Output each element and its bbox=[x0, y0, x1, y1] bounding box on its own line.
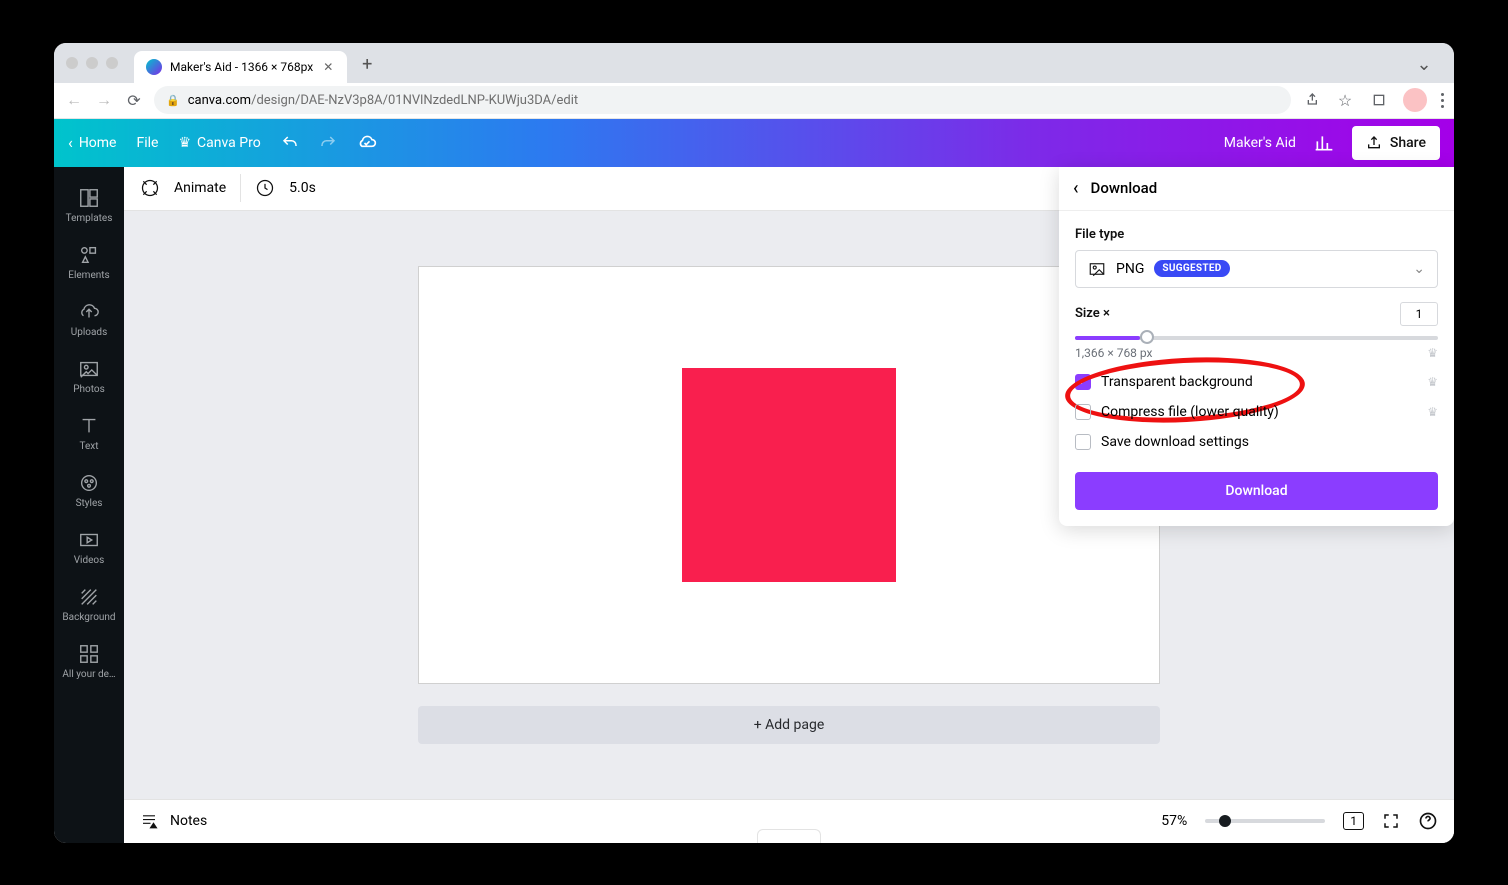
crown-icon: ♛ bbox=[1427, 346, 1438, 360]
checkbox-icon[interactable] bbox=[1075, 434, 1091, 450]
red-square-element[interactable] bbox=[682, 368, 896, 582]
tabs-menu-chevron-icon[interactable]: ⌄ bbox=[1410, 51, 1438, 79]
image-icon bbox=[1088, 260, 1106, 278]
duration-button[interactable]: 5.0s bbox=[289, 180, 316, 196]
lock-icon: 🔒 bbox=[166, 94, 180, 107]
address-bar: ← → ⟳ 🔒 canva.com/design/DAE-NzV3p8A/01N… bbox=[54, 83, 1454, 119]
app-content: Templates Elements Uploads Photos Text S… bbox=[54, 167, 1454, 843]
url-text: canva.com/design/DAE-NzV3p8A/01NVlNzdedL… bbox=[188, 93, 578, 108]
download-button[interactable]: Download bbox=[1075, 472, 1438, 510]
back-icon[interactable]: ← bbox=[64, 90, 84, 110]
undo-button[interactable] bbox=[281, 134, 299, 152]
notes-icon bbox=[140, 812, 158, 830]
forward-icon[interactable]: → bbox=[94, 90, 114, 110]
extensions-icon[interactable] bbox=[1369, 90, 1389, 110]
chevron-down-icon: ⌄ bbox=[1413, 261, 1425, 277]
rail-videos[interactable]: Videos bbox=[54, 519, 124, 576]
suggested-badge: SUGGESTED bbox=[1154, 260, 1229, 277]
animate-button[interactable]: Animate bbox=[174, 180, 226, 196]
favicon bbox=[146, 59, 162, 75]
minimize-dot[interactable] bbox=[86, 57, 98, 69]
checkbox-icon[interactable] bbox=[1075, 404, 1091, 420]
share-label: Share bbox=[1390, 135, 1426, 151]
size-multiplier-input[interactable] bbox=[1400, 302, 1438, 326]
file-type-select[interactable]: PNG SUGGESTED ⌄ bbox=[1075, 250, 1438, 288]
artboard[interactable] bbox=[418, 266, 1160, 684]
separator bbox=[240, 174, 241, 202]
size-label: Size × bbox=[1075, 306, 1110, 321]
transparent-bg-option[interactable]: ✓ Transparent background ♛ bbox=[1075, 374, 1438, 390]
rail-elements[interactable]: Elements bbox=[54, 234, 124, 291]
share-browser-icon[interactable] bbox=[1301, 90, 1321, 110]
undo-icon bbox=[281, 134, 299, 152]
transparent-bg-label: Transparent background bbox=[1101, 374, 1253, 390]
slider-thumb[interactable] bbox=[1140, 330, 1154, 344]
animate-icon bbox=[140, 178, 160, 198]
bookmark-icon[interactable]: ☆ bbox=[1335, 90, 1355, 110]
fullscreen-icon[interactable] bbox=[1382, 812, 1400, 830]
new-tab-button[interactable]: + bbox=[353, 51, 381, 79]
canva-pro-button[interactable]: ♛ Canva Pro bbox=[178, 135, 260, 151]
main-area: Animate 5.0s + Add page Notes 57% 1 bbox=[124, 167, 1454, 843]
zoom-slider[interactable] bbox=[1205, 819, 1325, 823]
reload-icon[interactable]: ⟳ bbox=[124, 90, 144, 110]
share-button[interactable]: Share bbox=[1352, 126, 1440, 160]
rail-uploads[interactable]: Uploads bbox=[54, 291, 124, 348]
crown-icon: ♛ bbox=[1427, 375, 1438, 389]
home-button[interactable]: ‹ Home bbox=[68, 133, 117, 152]
url-field[interactable]: 🔒 canva.com/design/DAE-NzV3p8A/01NVlNzde… bbox=[154, 86, 1291, 114]
canva-pro-label: Canva Pro bbox=[197, 135, 261, 151]
download-panel: ‹ Download File type PNG SUGGESTED ⌄ Siz… bbox=[1059, 167, 1454, 526]
checkbox-checked-icon[interactable]: ✓ bbox=[1075, 374, 1091, 390]
redo-button[interactable] bbox=[319, 134, 337, 152]
crown-icon: ♛ bbox=[1427, 405, 1438, 419]
zoom-thumb[interactable] bbox=[1219, 815, 1231, 827]
browser-window: Maker's Aid - 1366 × 768px ✕ + ⌄ ← → ⟳ 🔒… bbox=[54, 43, 1454, 843]
compress-label: Compress file (lower quality) bbox=[1101, 404, 1279, 420]
browser-tabbar: Maker's Aid - 1366 × 768px ✕ + ⌄ bbox=[54, 43, 1454, 83]
size-slider[interactable] bbox=[1075, 336, 1438, 340]
close-dot[interactable] bbox=[66, 57, 78, 69]
zoom-level[interactable]: 57% bbox=[1161, 813, 1187, 829]
rail-styles[interactable]: Styles bbox=[54, 462, 124, 519]
share-arrow-icon bbox=[1366, 135, 1382, 151]
canva-appbar: ‹ Home File ♛ Canva Pro Maker's Aid Share bbox=[54, 119, 1454, 167]
page-count-button[interactable]: 1 bbox=[1343, 812, 1364, 830]
rail-photos[interactable]: Photos bbox=[54, 348, 124, 405]
compress-option[interactable]: Compress file (lower quality) ♛ bbox=[1075, 404, 1438, 420]
tab-title: Maker's Aid - 1366 × 768px bbox=[170, 60, 313, 74]
chevron-left-icon: ‹ bbox=[68, 133, 73, 152]
profile-avatar[interactable] bbox=[1403, 88, 1427, 112]
maximize-dot[interactable] bbox=[106, 57, 118, 69]
help-icon[interactable] bbox=[1418, 811, 1438, 831]
window-controls bbox=[66, 57, 118, 69]
left-rail: Templates Elements Uploads Photos Text S… bbox=[54, 167, 124, 843]
file-label: File bbox=[137, 135, 159, 151]
file-type-label: File type bbox=[1075, 227, 1438, 242]
browser-menu-icon[interactable] bbox=[1441, 93, 1444, 108]
close-tab-icon[interactable]: ✕ bbox=[321, 60, 335, 74]
clock-icon bbox=[255, 178, 275, 198]
panel-header: ‹ Download bbox=[1059, 167, 1454, 211]
file-menu[interactable]: File bbox=[137, 135, 159, 151]
rail-all-designs[interactable]: All your de… bbox=[54, 633, 124, 690]
rail-templates[interactable]: Templates bbox=[54, 177, 124, 234]
insights-icon[interactable] bbox=[1314, 133, 1334, 153]
project-title[interactable]: Maker's Aid bbox=[1224, 135, 1296, 151]
back-chevron-icon[interactable]: ‹ bbox=[1073, 178, 1079, 199]
save-settings-label: Save download settings bbox=[1101, 434, 1249, 450]
crown-icon: ♛ bbox=[178, 135, 191, 151]
rail-text[interactable]: Text bbox=[54, 405, 124, 462]
cloud-sync-icon[interactable] bbox=[357, 133, 377, 153]
save-settings-option[interactable]: Save download settings bbox=[1075, 434, 1438, 450]
rail-background[interactable]: Background bbox=[54, 576, 124, 633]
file-type-value: PNG bbox=[1116, 261, 1144, 277]
redo-icon bbox=[319, 134, 337, 152]
home-label: Home bbox=[79, 135, 117, 151]
notes-button[interactable]: Notes bbox=[170, 813, 207, 829]
panel-title: Download bbox=[1091, 179, 1158, 197]
browser-tab[interactable]: Maker's Aid - 1366 × 768px ✕ bbox=[134, 51, 347, 83]
add-page-button[interactable]: + Add page bbox=[418, 706, 1160, 744]
output-dimensions: 1,366 × 768 px bbox=[1075, 346, 1153, 360]
